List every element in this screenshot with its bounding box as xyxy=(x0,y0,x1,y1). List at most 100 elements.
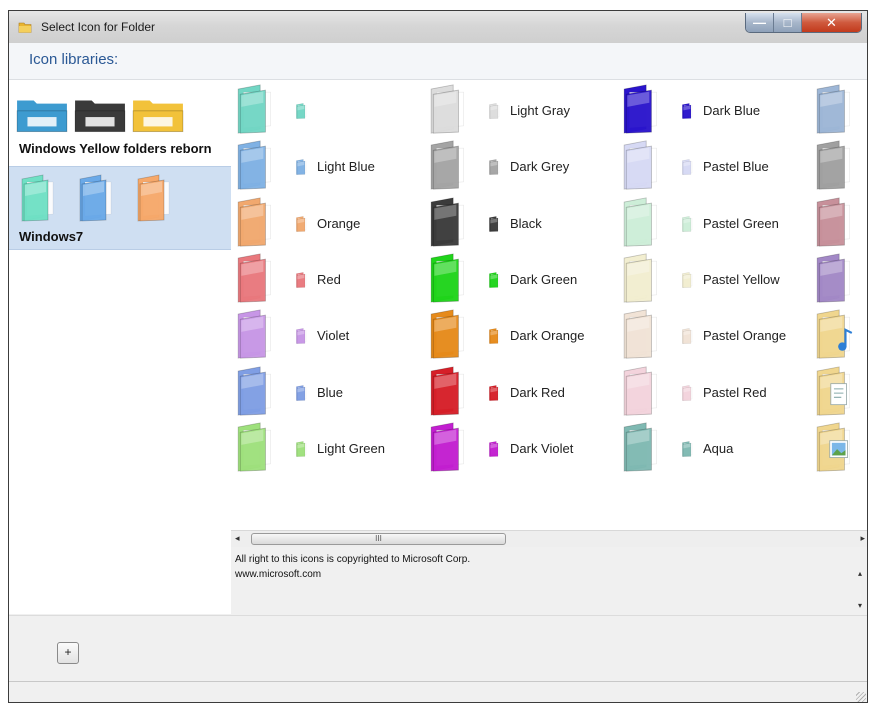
icon-item[interactable] xyxy=(814,421,864,477)
folder-small-icon xyxy=(296,385,307,401)
icon-item[interactable]: Dark Violet xyxy=(428,421,618,477)
icon-item[interactable] xyxy=(814,252,864,308)
horizontal-scrollbar[interactable]: ◂ III ▸ xyxy=(231,530,867,548)
icon-label: Pastel Orange xyxy=(703,328,787,343)
folder-icon xyxy=(430,253,465,303)
icon-label: Dark Blue xyxy=(703,103,761,118)
close-button[interactable]: ✕ xyxy=(802,13,861,32)
scroll-up-icon[interactable]: ▴ xyxy=(858,569,862,578)
scroll-down-icon[interactable]: ▾ xyxy=(858,601,862,610)
folder-icon xyxy=(237,140,272,190)
folder-icon xyxy=(430,140,465,190)
icon-item[interactable] xyxy=(814,365,864,421)
icon-item[interactable]: Aqua xyxy=(621,421,811,477)
folder-icon xyxy=(237,197,272,247)
icon-label: Red xyxy=(317,272,341,287)
icon-item[interactable]: Orange xyxy=(235,196,425,252)
library-preview-folder-icon xyxy=(74,100,126,133)
folder-small-icon xyxy=(489,328,500,344)
folder-icon xyxy=(816,366,851,416)
vertical-scrollbar[interactable]: ▴ ▾ xyxy=(855,547,867,615)
scroll-thumb[interactable]: III xyxy=(251,533,506,545)
icon-label: Light Gray xyxy=(510,103,570,118)
icon-label: Orange xyxy=(317,216,361,231)
icon-label: Violet xyxy=(317,328,350,343)
icon-item[interactable] xyxy=(814,83,864,139)
add-library-button[interactable]: + xyxy=(57,642,79,664)
copyright-text: All right to this icons is copyrighted t… xyxy=(235,554,471,565)
icon-item[interactable]: Dark Grey xyxy=(428,139,618,195)
icon-item[interactable]: Pastel Blue xyxy=(621,139,811,195)
library-item-windows7[interactable]: Windows7 xyxy=(9,166,231,250)
icon-item[interactable]: Pastel Green xyxy=(621,196,811,252)
icon-label: Pastel Yellow xyxy=(703,272,780,287)
icon-label: Black xyxy=(510,216,542,231)
icon-label: Aqua xyxy=(703,441,734,456)
select-icon-dialog: Select Icon for Folder — □ ✕ Icon librar… xyxy=(8,10,868,703)
icon-label: Dark Green xyxy=(510,272,578,287)
icon-label: Dark Grey xyxy=(510,159,570,174)
folder-small-icon xyxy=(489,103,500,119)
icon-item[interactable] xyxy=(235,83,425,139)
folder-small-icon xyxy=(682,159,693,175)
folder-icon xyxy=(237,366,272,416)
icon-item[interactable]: Blue xyxy=(235,365,425,421)
folder-small-icon xyxy=(489,385,500,401)
folder-icon xyxy=(430,366,465,416)
folder-small-icon xyxy=(682,103,693,119)
minimize-button[interactable]: — xyxy=(746,13,774,32)
folder-icon xyxy=(237,309,272,359)
resize-grip-icon[interactable] xyxy=(856,692,866,702)
folder-small-icon xyxy=(489,216,500,232)
folder-app-icon xyxy=(18,22,32,33)
icon-item[interactable]: Light Green xyxy=(235,421,425,477)
folder-small-icon xyxy=(489,272,500,288)
scroll-right-icon[interactable]: ▸ xyxy=(860,533,865,544)
icon-item[interactable] xyxy=(814,139,864,195)
folder-small-icon xyxy=(296,272,307,288)
library-preview-folder-icon xyxy=(132,100,184,133)
icon-grid: Light Blue Orange Red Violet Blue Light Green… xyxy=(231,80,867,530)
icon-item[interactable]: Dark Orange xyxy=(428,308,618,364)
library-preview-folder-icon xyxy=(79,174,112,222)
folder-icon xyxy=(430,309,465,359)
status-bar xyxy=(9,681,867,702)
folder-small-icon xyxy=(682,441,693,457)
folder-icon xyxy=(623,140,658,190)
icon-item[interactable]: Light Blue xyxy=(235,139,425,195)
window-title: Select Icon for Folder xyxy=(41,20,156,34)
folder-icon xyxy=(816,422,851,472)
icon-item[interactable] xyxy=(814,196,864,252)
icon-item[interactable]: Light Gray xyxy=(428,83,618,139)
folder-icon xyxy=(237,84,272,134)
scroll-left-icon[interactable]: ◂ xyxy=(235,533,240,544)
icon-item[interactable]: Pastel Orange xyxy=(621,308,811,364)
icon-item[interactable]: Pastel Yellow xyxy=(621,252,811,308)
folder-icon xyxy=(623,366,658,416)
folder-small-icon xyxy=(296,441,307,457)
icon-item[interactable]: Dark Green xyxy=(428,252,618,308)
folder-icon xyxy=(623,309,658,359)
folder-small-icon xyxy=(489,159,500,175)
icon-item[interactable]: Dark Red xyxy=(428,365,618,421)
icon-label: Blue xyxy=(317,385,344,400)
folder-small-icon xyxy=(296,159,307,175)
library-preview-folder-icon xyxy=(16,100,68,133)
title-bar[interactable]: Select Icon for Folder — □ ✕ xyxy=(9,11,867,44)
icon-item[interactable]: Violet xyxy=(235,308,425,364)
icon-item[interactable]: Red xyxy=(235,252,425,308)
folder-small-icon xyxy=(296,328,307,344)
copyright-url: www.microsoft.com xyxy=(235,569,322,580)
maximize-button[interactable]: □ xyxy=(774,13,802,32)
icon-label: Light Green xyxy=(317,441,385,456)
library-item-windows-yellow-folders-reborn[interactable]: Windows Yellow folders reborn xyxy=(9,80,231,166)
folder-icon xyxy=(623,197,658,247)
library-item-label: Windows7 xyxy=(19,229,84,244)
folder-small-icon xyxy=(682,272,693,288)
folder-icon xyxy=(430,197,465,247)
icon-item[interactable] xyxy=(814,308,864,364)
icon-item[interactable]: Dark Blue xyxy=(621,83,811,139)
icon-item[interactable]: Black xyxy=(428,196,618,252)
folder-icon xyxy=(623,422,658,472)
icon-item[interactable]: Pastel Red xyxy=(621,365,811,421)
